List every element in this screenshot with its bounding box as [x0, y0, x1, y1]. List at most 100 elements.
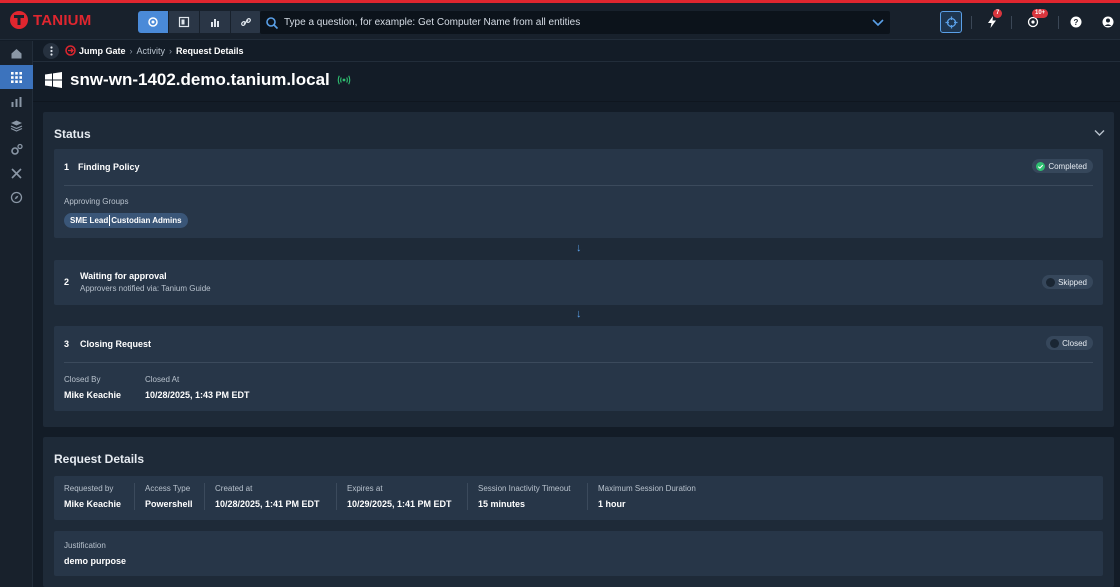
step-subtitle: Approvers notified via: Tanium Guide [80, 284, 211, 293]
status-badge-completed: Completed [1032, 159, 1093, 173]
jump-gate-icon [65, 45, 76, 56]
closed-at-label: Closed At [145, 375, 180, 384]
mode-dashboard-button[interactable] [169, 11, 200, 33]
chevron-down-icon[interactable] [870, 16, 886, 30]
closed-at-value: 10/28/2025, 1:43 PM EDT [145, 390, 250, 400]
user-menu-button[interactable] [1100, 11, 1116, 33]
step-title: Closing Request [80, 339, 152, 349]
reports-icon [11, 96, 22, 107]
field-label: Access Type [145, 484, 191, 493]
check-circle-icon [1036, 161, 1046, 171]
breadcrumb-activity-link[interactable]: Activity [137, 46, 166, 56]
field-value: 10/28/2025, 1:41 PM EDT [215, 499, 320, 509]
inactivity-timeout-field: Session Inactivity Timeout 15 minutes [478, 484, 570, 513]
sidebar-item-settings[interactable] [0, 137, 33, 161]
max-session-duration-field: Maximum Session Duration 1 hour [598, 484, 696, 513]
divider [1058, 16, 1059, 29]
expires-at-field: Expires at 10/29/2025, 1:41 PM EDT [347, 484, 452, 513]
step-card-finding-policy: 1 Finding Policy Completed Approving Gro… [54, 149, 1103, 238]
arrow-down-icon: ↓ [576, 308, 582, 320]
field-label: Created at [215, 484, 253, 493]
brand-name: TANIUM [33, 11, 92, 29]
column-divider [134, 483, 135, 510]
settings-icon [11, 143, 23, 155]
sidebar-item-explore[interactable] [0, 185, 33, 209]
field-value: 15 minutes [478, 499, 526, 509]
breadcrumb: Jump Gate › Activity › Request Details [33, 40, 1120, 62]
step-number: 1 [64, 162, 70, 172]
actions-button[interactable]: 7 [982, 9, 1003, 33]
divider [971, 16, 972, 29]
breadcrumb-current: Request Details [176, 45, 244, 56]
more-vertical-icon [49, 45, 53, 56]
status-dot-icon [1050, 338, 1060, 348]
request-details-panel: Request Details Requested by Mike Keachi… [43, 437, 1114, 587]
mode-chart-button[interactable] [200, 11, 231, 33]
mode-target-button[interactable] [138, 11, 169, 33]
question-search-bar[interactable]: Type a question, for example: Get Comput… [260, 11, 890, 34]
notifications-count-badge: 10+ [1032, 9, 1049, 18]
field-label: Session Inactivity Timeout [478, 484, 571, 493]
sidebar-item-home[interactable] [0, 41, 33, 65]
mode-switcher [138, 11, 262, 33]
step-number: 2 [64, 277, 70, 287]
step-number: 3 [64, 339, 70, 349]
apps-grid-icon [11, 71, 22, 83]
tools-icon [11, 167, 22, 179]
kebab-menu-button[interactable] [43, 42, 59, 59]
layers-icon [10, 120, 23, 132]
tanium-logo-icon [10, 11, 28, 29]
page-title: snw-wn-1402.demo.tanium.local [70, 70, 330, 89]
search-input[interactable]: Type a question, for example: Get Comput… [284, 17, 870, 28]
approving-groups-tag: SME Lead Custodian Admins [64, 213, 188, 228]
dashboard-icon [178, 16, 190, 28]
status-badge-label: Skipped [1058, 277, 1087, 287]
column-divider [336, 483, 337, 510]
crosshair-icon [945, 16, 957, 28]
step-title: Waiting for approval [80, 271, 167, 281]
closed-by-label: Closed By [64, 375, 101, 384]
sidebar-item-tools[interactable] [0, 161, 33, 185]
svg-text:?: ? [1074, 18, 1079, 27]
step-title: Finding Policy [78, 162, 140, 172]
approving-groups-label: Approving Groups [64, 197, 129, 206]
chevron-right-icon: › [169, 45, 173, 56]
sidebar-item-reports[interactable] [0, 89, 33, 113]
breadcrumb-root-link[interactable]: Jump Gate [79, 46, 126, 56]
justification-value: demo purpose [64, 556, 127, 566]
status-panel-title: Status [54, 127, 91, 141]
justification-card: Justification demo purpose [54, 531, 1103, 576]
chevron-right-icon: › [129, 45, 133, 56]
status-panel: Status 1 Finding Policy Completed Approv… [43, 112, 1114, 427]
field-label: Requested by [64, 484, 114, 493]
field-value: Powershell [145, 499, 193, 509]
help-button[interactable]: ? [1068, 11, 1084, 33]
access-type-field: Access Type Powershell [145, 484, 193, 513]
notifications-button[interactable]: 10+ [1020, 9, 1049, 33]
actions-count-badge: 7 [993, 9, 1003, 18]
request-details-fields: Requested by Mike Keachie Access Type Po… [54, 476, 1103, 520]
collapse-chevron-icon[interactable] [1094, 129, 1105, 137]
user-icon [1102, 16, 1114, 28]
field-value: Mike Keachie [64, 499, 122, 509]
closed-by-value: Mike Keachie [64, 390, 122, 400]
divider [1011, 16, 1012, 29]
sidebar-item-modules[interactable] [0, 65, 33, 89]
tanium-logo[interactable]: TANIUM [9, 10, 91, 30]
justification-label: Justification [64, 541, 106, 550]
mode-link-button[interactable] [231, 11, 262, 33]
group-tag-separator [109, 215, 111, 226]
chart-icon [211, 19, 219, 27]
target-icon [148, 17, 158, 27]
header-divider [33, 101, 1120, 102]
column-divider [204, 483, 205, 510]
status-badge-label: Completed [1048, 161, 1087, 171]
step-card-waiting-approval: 2 Waiting for approval Approvers notifie… [54, 260, 1103, 305]
arrow-down-icon: ↓ [576, 242, 582, 254]
endpoint-header: snw-wn-1402.demo.tanium.local [44, 70, 351, 90]
sidebar-item-layers[interactable] [0, 113, 33, 137]
online-signal-icon [337, 75, 351, 85]
endpoint-target-button[interactable] [940, 11, 962, 33]
card-divider [64, 362, 1093, 363]
field-label: Maximum Session Duration [598, 484, 696, 493]
